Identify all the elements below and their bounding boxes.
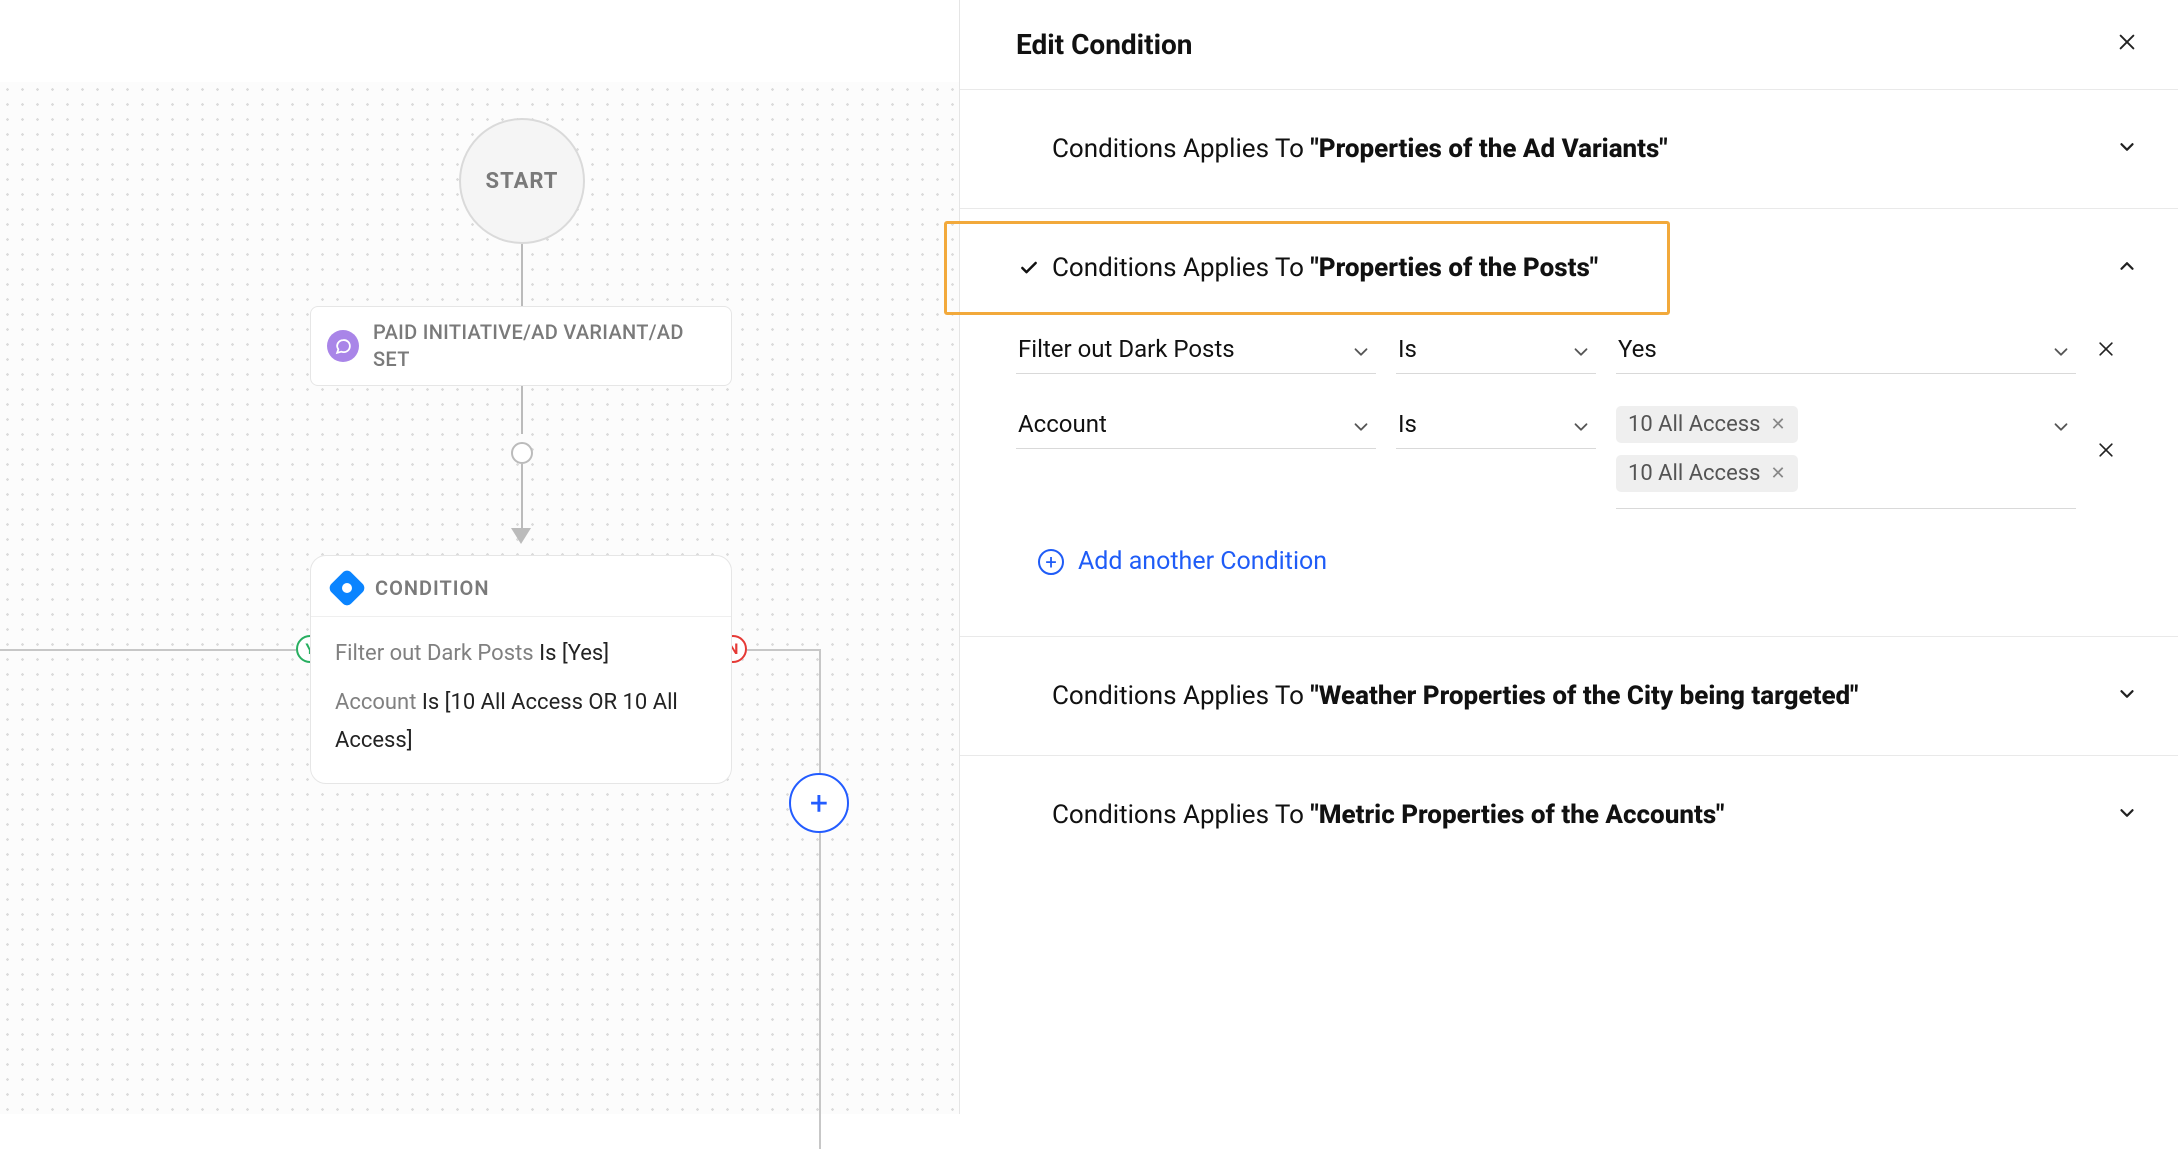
field-select[interactable]: Filter out Dark Posts [1016,327,1376,374]
tag-chip[interactable]: 10 All Access ✕ [1616,455,1798,492]
chevron-down-icon [2116,802,2138,829]
close-button[interactable] [2116,30,2138,60]
chevron-down-icon [2050,416,2072,443]
connector-line [747,649,821,651]
diamond-icon [327,568,367,608]
chevron-down-icon [1570,341,1592,369]
condition-row: Filter out Dark Posts Is Yes [1016,327,2138,374]
remove-row-button[interactable] [2096,438,2116,466]
connector-handle[interactable] [511,442,533,464]
check-icon [1016,258,1042,278]
add-condition-button[interactable]: + Add another Condition [1016,537,1327,606]
section-header-posts[interactable]: Conditions Applies To "Properties of the… [960,209,2178,327]
connector-line [0,649,296,651]
chevron-up-icon [2116,255,2138,282]
field-select[interactable]: Account [1016,402,1376,449]
section-header-weather[interactable]: ✓ Conditions Applies To "Weather Propert… [960,637,2178,755]
value-select[interactable]: Yes [1616,327,2076,374]
section-header-metric-accounts[interactable]: ✓ Conditions Applies To "Metric Properti… [960,756,2178,874]
chevron-down-icon [1350,416,1372,444]
condition-summary: Filter out Dark Posts Is [Yes] Account I… [311,617,731,783]
connector-line [521,386,523,434]
remove-tag-button[interactable]: ✕ [1770,463,1785,484]
chevron-down-icon [1570,416,1592,444]
trigger-label: PAID INITIATIVE/AD VARIANT/AD SET [373,319,715,373]
arrow-down-icon [511,528,531,544]
chat-bubble-icon [327,330,359,362]
chevron-down-icon [2116,136,2138,163]
trigger-card[interactable]: PAID INITIATIVE/AD VARIANT/AD SET [310,306,732,386]
connector-line [521,464,523,532]
tag-chip[interactable]: 10 All Access ✕ [1616,406,1798,443]
operator-select[interactable]: Is [1396,327,1596,374]
operator-select[interactable]: Is [1396,402,1596,449]
remove-tag-button[interactable]: ✕ [1770,414,1785,435]
condition-row: Account Is 10 All Access [1016,402,2138,509]
chevron-down-icon [2050,341,2072,369]
value-multiselect[interactable]: 10 All Access ✕ 10 All Access ✕ [1616,402,2076,509]
chevron-down-icon [2116,683,2138,710]
add-step-button[interactable]: + [789,773,849,833]
panel-title: Edit Condition [1016,28,1192,61]
edit-panel: Edit Condition ✓ Conditions Applies To "… [960,0,2178,1114]
chevron-down-icon [1350,341,1372,369]
connector-line [521,244,523,306]
connector-line [819,649,821,1149]
flow-canvas[interactable]: START PAID INITIATIVE/AD VARIANT/AD SET … [0,0,960,1114]
condition-title: CONDITION [375,576,490,600]
start-node[interactable]: START [459,118,585,244]
condition-card[interactable]: CONDITION Filter out Dark Posts Is [Yes]… [310,555,732,784]
section-header-ad-variants[interactable]: ✓ Conditions Applies To "Properties of t… [960,90,2178,208]
remove-row-button[interactable] [2096,337,2116,365]
plus-icon: + [1038,549,1064,575]
